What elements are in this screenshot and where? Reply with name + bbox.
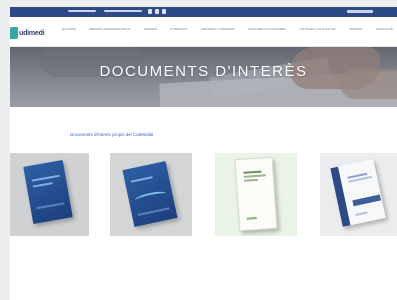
document-cover-image	[23, 159, 73, 225]
topbar-right-link[interactable]	[347, 10, 373, 13]
page-background: udimedi Qui som Serveis professionals Se…	[0, 0, 397, 300]
nav-item-qui-som[interactable]: Qui som	[62, 27, 76, 31]
nav-item-premsa[interactable]: Premsa	[349, 27, 362, 31]
document-cover-image	[122, 161, 178, 227]
document-card[interactable]	[320, 153, 397, 236]
intro-link[interactable]: Documents d'interès propis del CatMediat	[70, 132, 153, 137]
logo-mark-icon	[10, 27, 18, 39]
logo-text: udimedi	[19, 29, 45, 37]
nav-item-documents[interactable]: Documents d'interès	[248, 27, 286, 31]
email-info	[104, 10, 142, 12]
page-title: DOCUMENTS D'INTERÈS	[99, 63, 308, 80]
document-card[interactable]	[215, 153, 297, 236]
document-cover-image	[330, 159, 386, 227]
nav-item-serveis-professionals[interactable]: Serveis professionals	[89, 27, 130, 31]
nav-menu: Qui som Serveis professionals Serveis Fo…	[62, 27, 393, 31]
main-navigation: udimedi Qui som Serveis professionals Se…	[10, 17, 397, 47]
document-card[interactable]	[10, 153, 89, 236]
document-cover-image	[234, 156, 278, 232]
nav-item-contacte[interactable]: Contacte	[376, 27, 393, 31]
nav-item-serveis[interactable]: Serveis	[144, 27, 158, 31]
nav-item-noticies[interactable]: Notícies i actualitat	[299, 27, 336, 31]
page-content-area	[10, 247, 397, 300]
nav-item-centres[interactable]: Centres i convenis	[201, 27, 235, 31]
contact-info	[68, 10, 142, 14]
facebook-icon[interactable]	[148, 9, 152, 14]
hero-banner: DOCUMENTS D'INTERÈS	[10, 47, 397, 107]
site-logo[interactable]: udimedi	[10, 25, 50, 41]
nav-item-formacio[interactable]: Formació	[170, 27, 187, 31]
phone-info	[68, 10, 96, 12]
top-contact-bar	[10, 7, 397, 17]
documents-grid	[10, 153, 397, 243]
document-card[interactable]	[110, 153, 192, 236]
social-links	[148, 9, 166, 14]
website-screenshot: udimedi Qui som Serveis professionals Se…	[10, 7, 397, 300]
twitter-icon[interactable]	[155, 9, 159, 14]
linkedin-icon[interactable]	[162, 9, 166, 14]
